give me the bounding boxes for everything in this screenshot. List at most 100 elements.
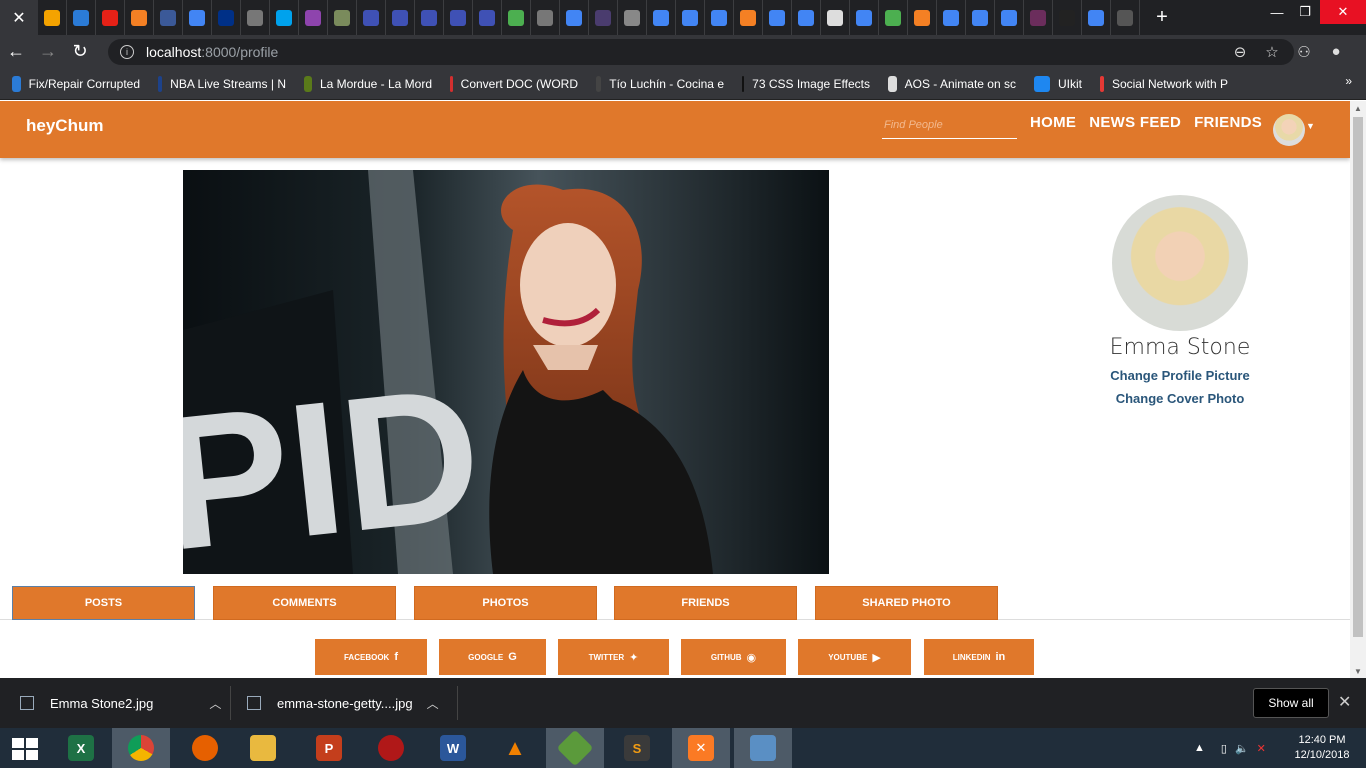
pinned-tab[interactable] (908, 0, 937, 35)
pinned-tab[interactable] (154, 0, 183, 35)
bookmarks-overflow-icon[interactable]: » (1345, 74, 1352, 88)
scroll-down-icon[interactable]: ▼ (1350, 664, 1366, 678)
forward-icon[interactable]: → (32, 35, 64, 68)
youtube-button[interactable]: YOUTUBE ▶ (798, 639, 911, 675)
powerpoint-taskbar-icon[interactable]: P (300, 728, 358, 768)
pinned-tab[interactable] (531, 0, 560, 35)
pinned-tab[interactable] (1111, 0, 1140, 35)
bookmark-item[interactable]: La Mordue - La Mord (304, 75, 432, 92)
pinned-tab[interactable] (937, 0, 966, 35)
pinned-tab[interactable] (763, 0, 792, 35)
download-item[interactable]: Emma Stone2.jpg ︿ (20, 678, 221, 728)
pinned-tab[interactable] (705, 0, 734, 35)
pinned-tab[interactable] (212, 0, 241, 35)
sublime-taskbar-icon[interactable]: S (608, 728, 666, 768)
pinned-tab[interactable] (328, 0, 357, 35)
pinned-tab[interactable] (299, 0, 328, 35)
nav-home[interactable]: HOME (1030, 114, 1076, 131)
xampp-taskbar-icon[interactable]: ✕ (672, 728, 730, 768)
volume-icon[interactable]: 🔈 (1235, 742, 1249, 755)
extensions-icon[interactable]: ⚇ (1288, 43, 1320, 61)
remote-desktop-taskbar-icon[interactable] (734, 728, 792, 768)
bookmark-item[interactable]: Fix/Repair Corrupted (12, 75, 140, 92)
pinned-tab[interactable] (647, 0, 676, 35)
pinned-tab[interactable] (734, 0, 763, 35)
pinned-tab[interactable] (792, 0, 821, 35)
pinned-tab[interactable] (1024, 0, 1053, 35)
pinned-tab[interactable] (473, 0, 502, 35)
file-explorer-taskbar-icon[interactable] (234, 728, 292, 768)
close-window-button[interactable]: ✕ (1320, 0, 1366, 24)
git-taskbar-icon[interactable] (546, 728, 604, 768)
pinned-tab[interactable] (125, 0, 154, 35)
pinned-tab[interactable] (270, 0, 299, 35)
pinned-tab[interactable] (676, 0, 705, 35)
download-item[interactable]: emma-stone-getty....jpg ︿ (247, 678, 439, 728)
tab-shared-photo[interactable]: SHARED PHOTO (815, 586, 998, 620)
bookmark-item[interactable]: UIkit (1034, 75, 1082, 92)
pinned-tab[interactable] (67, 0, 96, 35)
nav-friends[interactable]: FRIENDS (1194, 114, 1262, 131)
bookmark-item[interactable]: AOS - Animate on sc (888, 75, 1016, 92)
pinned-tab[interactable] (1053, 0, 1082, 35)
pinned-tab[interactable] (966, 0, 995, 35)
windows-start-icon[interactable] (12, 738, 38, 760)
nav-news-feed[interactable]: NEWS FEED (1089, 114, 1181, 131)
github-button[interactable]: GITHUB ◉ (681, 639, 786, 675)
pinned-tab[interactable] (415, 0, 444, 35)
bookmark-star-icon[interactable]: ☆ (1256, 43, 1288, 61)
page-scrollbar[interactable]: ▲ ▼ (1350, 101, 1366, 678)
caret-down-icon[interactable]: ▼ (1306, 121, 1315, 131)
reload-icon[interactable]: ↻ (64, 35, 96, 68)
firefox-taskbar-icon[interactable] (176, 728, 234, 768)
back-icon[interactable]: ← (0, 35, 32, 68)
pinned-tab[interactable] (386, 0, 415, 35)
network-icon[interactable]: ✕ (1257, 742, 1266, 755)
excel-taskbar-icon[interactable]: X (52, 728, 110, 768)
brand-logo[interactable]: heyChum (26, 116, 103, 136)
show-all-downloads-button[interactable]: Show all (1253, 688, 1329, 718)
scrollbar-thumb[interactable] (1353, 117, 1363, 637)
chevron-up-icon[interactable]: ︿ (427, 695, 439, 712)
pinned-tab[interactable] (821, 0, 850, 35)
bookmark-item[interactable]: 73 CSS Image Effects (742, 75, 870, 92)
change-profile-picture-link[interactable]: Change Profile Picture (1080, 368, 1280, 383)
app-taskbar-icon[interactable] (362, 728, 420, 768)
close-downloads-icon[interactable]: ✕ (1338, 692, 1351, 712)
twitter-button[interactable]: TWITTER ✦ (558, 639, 669, 675)
tab-photos[interactable]: PHOTOS (414, 586, 597, 620)
chrome-taskbar-icon[interactable] (112, 728, 170, 768)
facebook-button[interactable]: FACEBOOK f (315, 639, 427, 675)
pinned-tab[interactable] (444, 0, 473, 35)
tab-friends[interactable]: FRIENDS (614, 586, 797, 620)
chevron-up-icon[interactable]: ︿ (209, 695, 221, 712)
tray-overflow-icon[interactable]: ▲ (1194, 742, 1205, 754)
pinned-tab[interactable] (995, 0, 1024, 35)
battery-icon[interactable]: ▯ (1221, 742, 1227, 755)
word-taskbar-icon[interactable]: W (424, 728, 482, 768)
scroll-up-icon[interactable]: ▲ (1350, 101, 1366, 115)
pinned-tab[interactable] (96, 0, 125, 35)
minimize-button[interactable]: — (1262, 0, 1292, 24)
taskbar-clock[interactable]: 12:40 PM 12/10/2018 (1293, 733, 1351, 763)
pinned-tab[interactable] (879, 0, 908, 35)
change-cover-photo-link[interactable]: Change Cover Photo (1080, 391, 1280, 406)
bookmark-item[interactable]: Social Network with P (1100, 75, 1228, 92)
pinned-tab[interactable] (1082, 0, 1111, 35)
address-bar[interactable]: i localhost:8000/profile (108, 39, 1294, 65)
pinned-tab[interactable] (589, 0, 618, 35)
new-tab-button[interactable]: + (1144, 0, 1180, 35)
restore-button[interactable]: ❐ (1290, 0, 1320, 24)
find-people-input[interactable] (882, 112, 1017, 139)
pinned-tab[interactable] (850, 0, 879, 35)
linkedin-button[interactable]: LINKEDIN in (924, 639, 1034, 675)
tab-comments[interactable]: COMMENTS (213, 586, 396, 620)
pinned-tab[interactable] (618, 0, 647, 35)
google-button[interactable]: GOOGLE G (439, 639, 546, 675)
bookmark-item[interactable]: Convert DOC (WORD (450, 75, 578, 92)
profile-icon[interactable]: ● (1320, 43, 1352, 60)
user-avatar[interactable] (1273, 114, 1305, 146)
tab-posts[interactable]: POSTS (12, 586, 195, 620)
profile-picture[interactable] (1112, 195, 1248, 331)
vlc-taskbar-icon[interactable]: ▲ (486, 728, 544, 768)
